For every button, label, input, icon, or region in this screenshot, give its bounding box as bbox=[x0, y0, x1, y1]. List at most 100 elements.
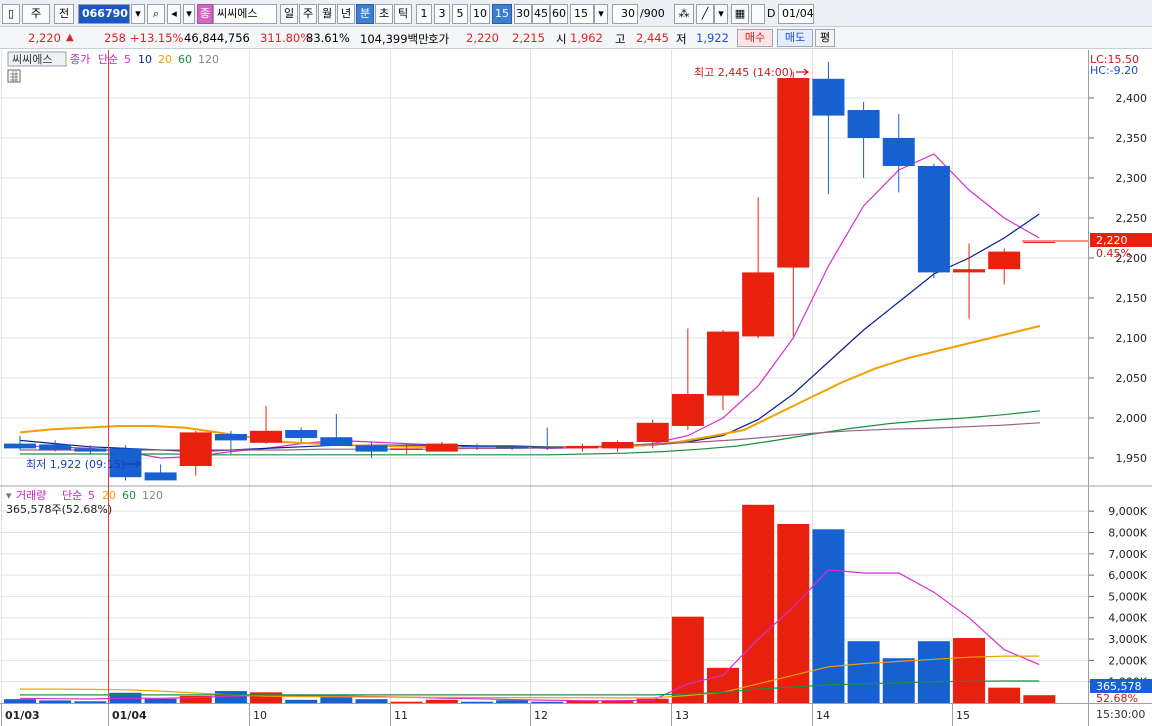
candle-body bbox=[671, 394, 704, 426]
eval-button[interactable]: 평 bbox=[815, 29, 835, 47]
candle-body bbox=[285, 430, 318, 438]
candle-body bbox=[496, 446, 529, 449]
volume-collapse-icon[interactable]: ▾ bbox=[6, 489, 12, 502]
buy-button[interactable]: 매수 bbox=[737, 29, 773, 47]
low-label: 저 bbox=[676, 32, 687, 46]
interval-30-button[interactable]: 30 bbox=[514, 4, 532, 24]
x-tick-label: 10 bbox=[253, 709, 267, 722]
candle-body bbox=[74, 448, 107, 452]
volume-bar bbox=[39, 700, 72, 703]
speaker-icon[interactable]: ◂ bbox=[167, 4, 181, 24]
volume-total: 46,844,756 bbox=[184, 31, 250, 45]
ask-price: 2,220 bbox=[466, 31, 499, 45]
legend-ma20: 20 bbox=[158, 53, 172, 66]
volume-bar bbox=[707, 667, 739, 703]
volume-legend-name: 거래량 bbox=[16, 489, 46, 502]
candle-body bbox=[425, 443, 458, 452]
volume-y-tick-label: 5,000K bbox=[1108, 590, 1147, 603]
tab-week[interactable]: 주 bbox=[299, 4, 317, 24]
tab-year[interactable]: 년 bbox=[337, 4, 355, 24]
bid-price: 2,215 bbox=[512, 31, 545, 45]
volume-bar bbox=[988, 687, 1021, 703]
x-tick-label: 01/04 bbox=[112, 709, 147, 722]
y-tick-label: 2,400 bbox=[1116, 92, 1148, 105]
checkbox-d[interactable] bbox=[751, 4, 765, 24]
speaker-dropdown-icon[interactable]: ▾ bbox=[183, 4, 195, 24]
legend-ma60: 60 bbox=[178, 53, 192, 66]
quote-bar: 2,220 ▲ 258 +13.15% 46,844,756 311.80% 8… bbox=[0, 27, 1152, 49]
volume-ratio: 311.80% bbox=[260, 31, 312, 45]
y-tick-label: 2,050 bbox=[1116, 372, 1148, 385]
tab-month[interactable]: 월 bbox=[318, 4, 336, 24]
stock-code-input[interactable]: 066790 bbox=[78, 4, 130, 24]
interval-input[interactable]: 15 bbox=[570, 4, 594, 24]
up-arrow-icon: ▲ bbox=[66, 32, 74, 43]
x-tick-label: 12 bbox=[534, 709, 548, 722]
count-input[interactable]: 30 bbox=[612, 4, 638, 24]
volume-bar bbox=[953, 637, 986, 703]
legend-ma-type: 단순 bbox=[98, 53, 118, 66]
y-tick-label: 2,250 bbox=[1116, 212, 1148, 225]
interval-10-button[interactable]: 10 bbox=[470, 4, 490, 24]
interval-15-button[interactable]: 15 bbox=[492, 4, 512, 24]
date-input[interactable]: 01/04 bbox=[778, 4, 814, 24]
volume-current-value: 365,578주(52.68%) bbox=[6, 503, 112, 516]
count-max-label: /900 bbox=[640, 7, 665, 20]
volume-y-tick-label: 8,000K bbox=[1108, 526, 1147, 539]
tab-minute[interactable]: 분 bbox=[356, 4, 374, 24]
volume-bar bbox=[847, 641, 880, 703]
stock-name-field[interactable]: 씨씨에스 bbox=[213, 4, 277, 24]
code-dropdown-icon[interactable]: ▾ bbox=[131, 4, 145, 24]
x-tick-label: 11 bbox=[394, 709, 408, 722]
volume-y-tick-label: 6,000K bbox=[1108, 569, 1147, 582]
interval-dropdown-icon[interactable]: ▾ bbox=[594, 4, 608, 24]
candle-body bbox=[953, 269, 986, 273]
draw-dropdown-icon[interactable]: ▾ bbox=[714, 4, 728, 24]
open-label: 시 bbox=[556, 32, 567, 46]
prev-button[interactable]: 전 bbox=[54, 4, 74, 24]
period-type-select[interactable]: 주 bbox=[22, 4, 50, 24]
candle-body bbox=[250, 430, 283, 443]
chart-area: 01/03 01/04 10 11 12 13 14 15 2,400 2,350 2,300 2,2… bbox=[0, 50, 1152, 726]
volume-legend-ma120: 120 bbox=[142, 489, 163, 502]
interval-5-button[interactable]: 5 bbox=[452, 4, 468, 24]
sell-button[interactable]: 매도 bbox=[777, 29, 813, 47]
interval-60-button[interactable]: 60 bbox=[550, 4, 568, 24]
draw-tool-icon[interactable]: ╱ bbox=[696, 4, 714, 24]
turnover-rate: 83.61% bbox=[306, 31, 350, 45]
x-tick-label: 15 bbox=[956, 709, 970, 722]
volume-bar bbox=[390, 701, 423, 703]
volume-y-tick-label: 7,000K bbox=[1108, 548, 1147, 561]
volume-bar bbox=[4, 699, 36, 703]
legend-close-label: 종가 bbox=[70, 53, 90, 66]
candle-body bbox=[4, 443, 36, 449]
tab-second[interactable]: 초 bbox=[375, 4, 393, 24]
legend-ma120: 120 bbox=[198, 53, 219, 66]
volume-bar bbox=[460, 701, 493, 703]
indicator-icon[interactable]: ⁂ bbox=[674, 4, 694, 24]
hoga-label: 호가 bbox=[428, 32, 450, 46]
grid-icon[interactable]: ▦ bbox=[731, 4, 749, 24]
tab-day[interactable]: 일 bbox=[280, 4, 298, 24]
volume-legend-ma-type: 단순 bbox=[62, 489, 82, 502]
legend-stock-name: 씨씨에스 bbox=[12, 53, 52, 66]
volume-bar bbox=[425, 699, 458, 703]
volume-bar bbox=[74, 701, 107, 703]
candle-body bbox=[566, 446, 599, 449]
y-tick-label: 2,350 bbox=[1116, 132, 1148, 145]
panel-toggle-button[interactable]: ▯ bbox=[2, 4, 20, 24]
y-tick-label: 2,300 bbox=[1116, 172, 1148, 185]
legend-ma5: 5 bbox=[124, 53, 131, 66]
volume-y-tick-label: 9,000K bbox=[1108, 505, 1147, 518]
trade-amount: 104,399백만 bbox=[360, 32, 429, 46]
price-tag: 2,220 bbox=[1096, 234, 1128, 247]
volume-tag-pct: 52.68% bbox=[1096, 692, 1138, 705]
interval-3-button[interactable]: 3 bbox=[434, 4, 450, 24]
candle-body bbox=[179, 432, 212, 466]
tab-tick[interactable]: 틱 bbox=[394, 4, 412, 24]
x-tick-label: 13 bbox=[675, 709, 689, 722]
search-icon[interactable]: ⌕ bbox=[147, 4, 165, 24]
interval-45-button[interactable]: 45 bbox=[532, 4, 550, 24]
volume-bar bbox=[812, 529, 845, 703]
interval-1-button[interactable]: 1 bbox=[416, 4, 432, 24]
